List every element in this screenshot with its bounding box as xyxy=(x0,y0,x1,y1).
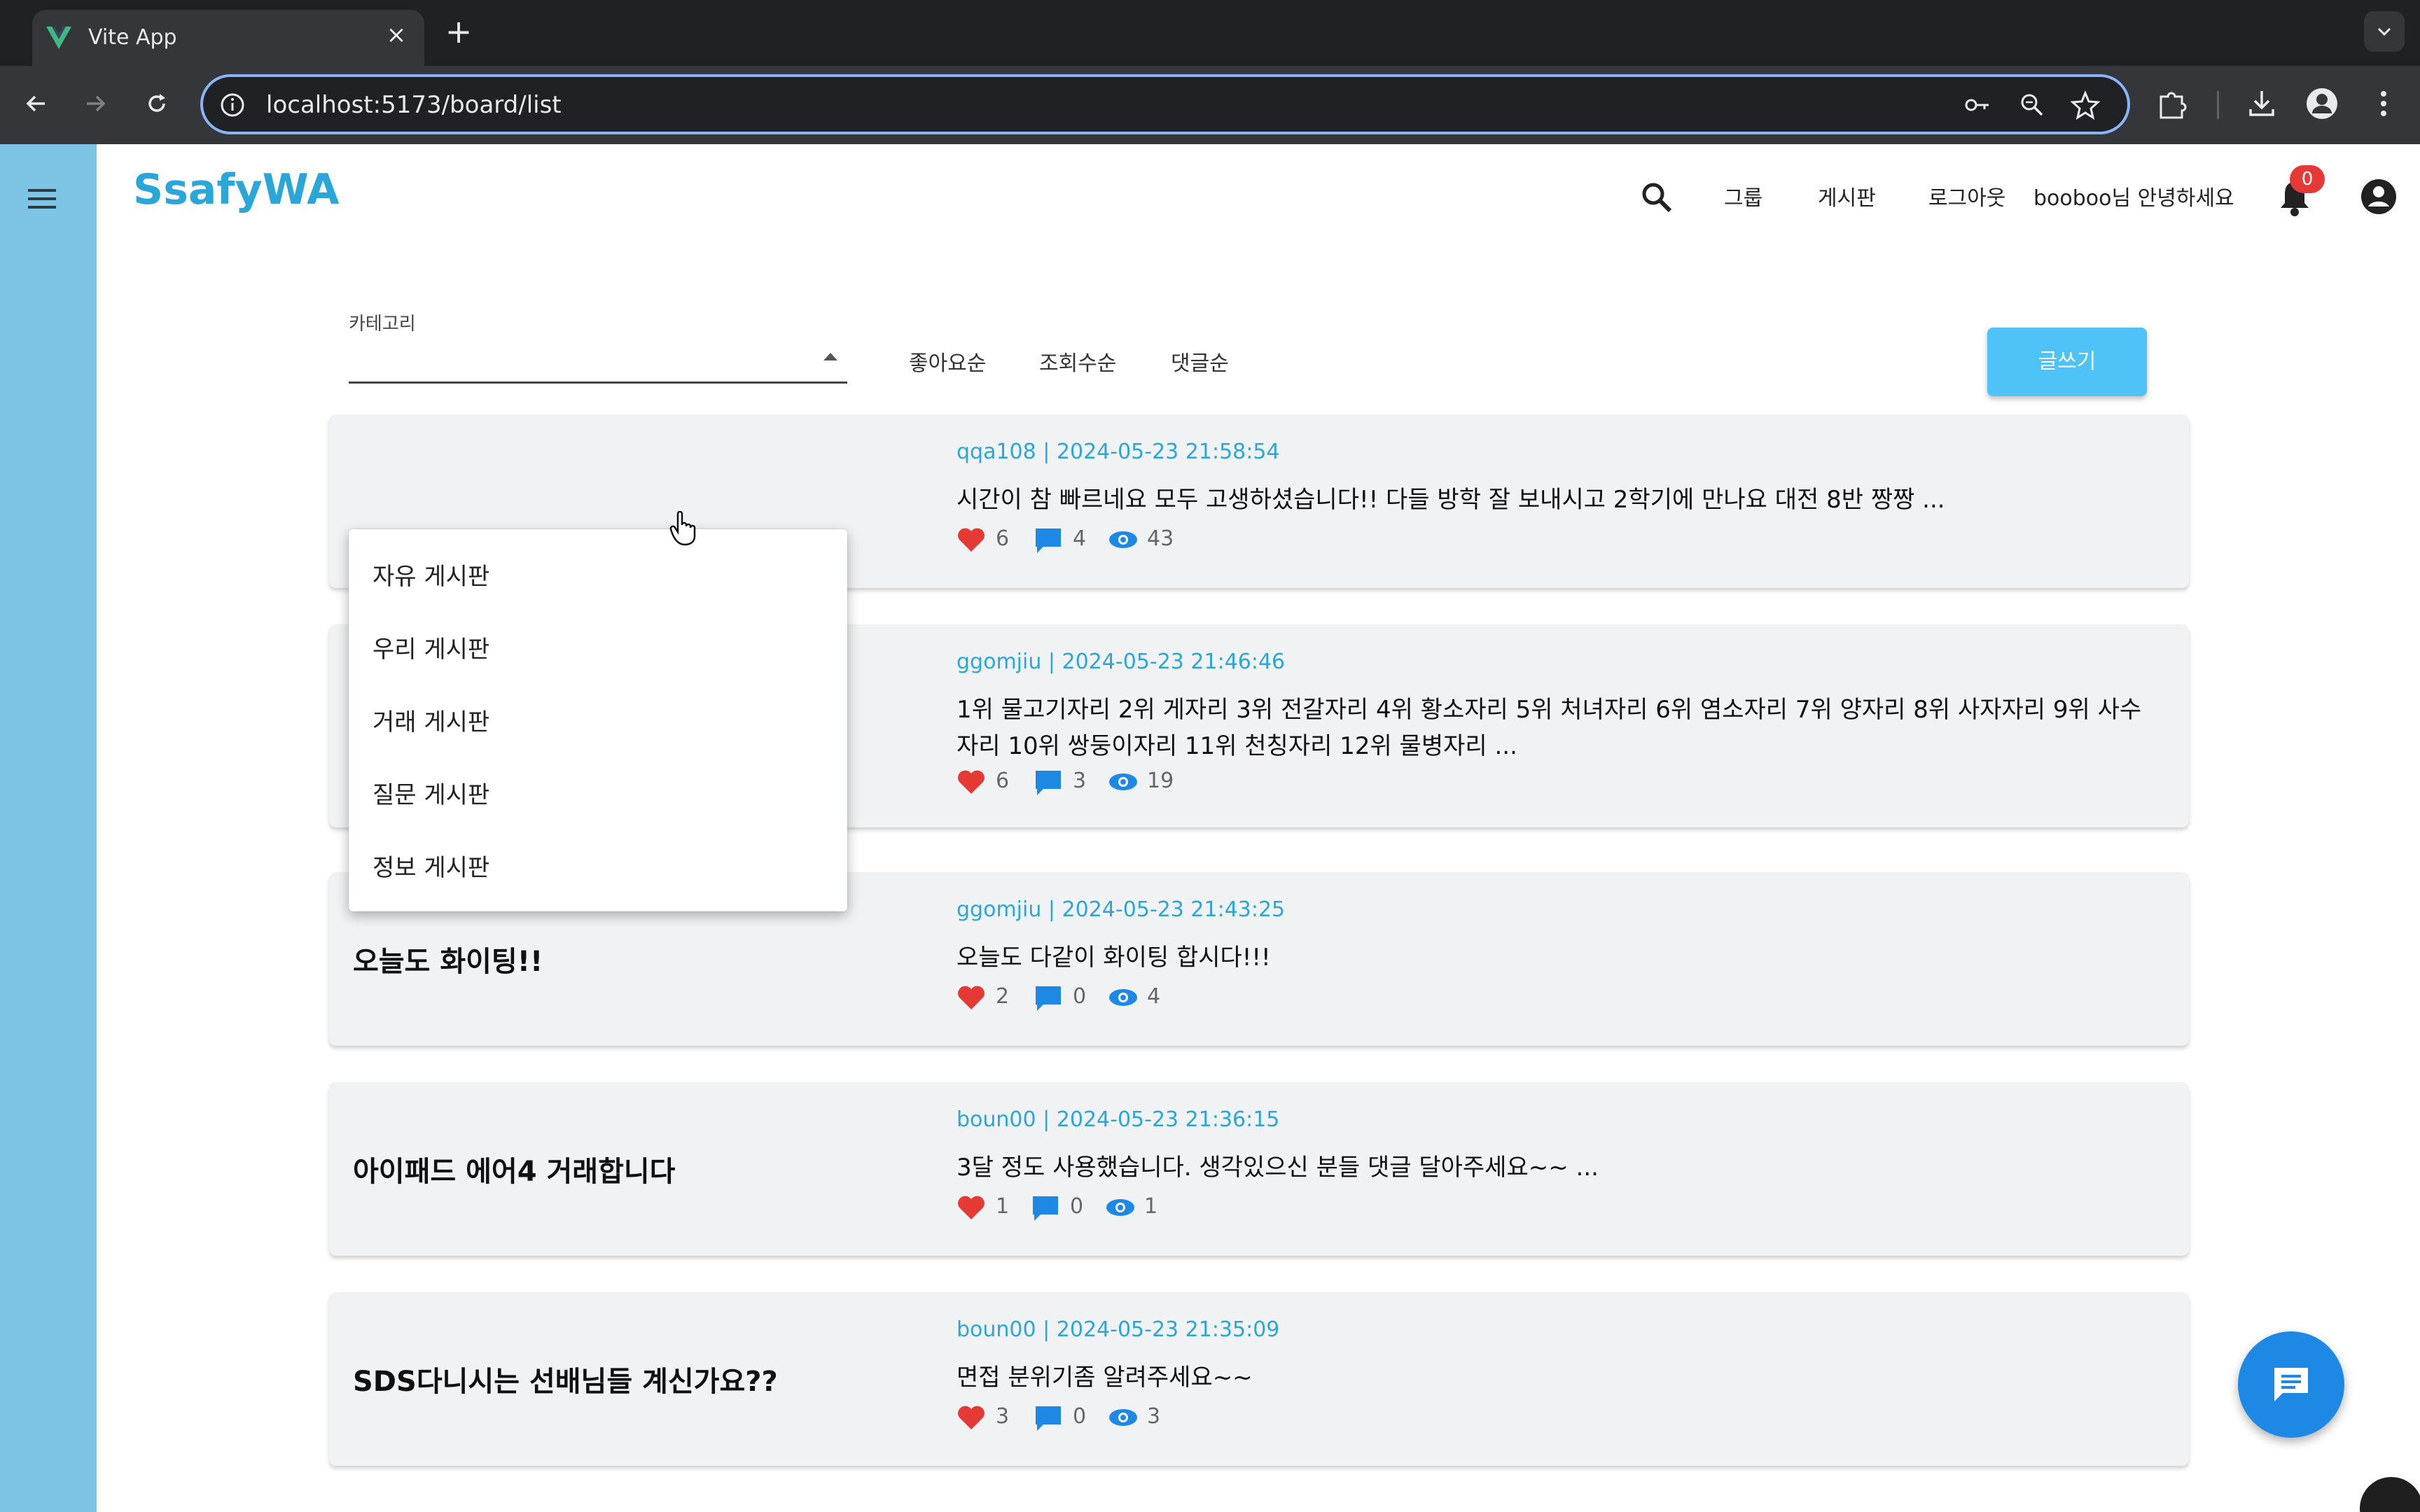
post-body: 오늘도 다같이 화이팅 합시다!!! xyxy=(957,944,1271,972)
dropdown-option-free[interactable]: 자유 게시판 xyxy=(373,557,489,592)
view-count: 1 xyxy=(1144,1194,1158,1219)
like-count: 6 xyxy=(996,769,1010,793)
heart-icon xyxy=(958,528,985,552)
vue-logo-icon xyxy=(46,27,71,49)
chevron-down-icon xyxy=(2377,27,2391,36)
post-meta: boun00 | 2024-05-23 21:36:15 xyxy=(957,1107,1280,1132)
eye-icon xyxy=(1106,1199,1134,1216)
post-body: 1위 물고기자리 2위 게자리 3위 전갈자리 4위 황소자리 5위 처녀자리 … xyxy=(957,696,2142,760)
comment-icon xyxy=(1033,1196,1058,1221)
dropdown-option-trade[interactable]: 거래 게시판 xyxy=(373,703,489,737)
comment-count: 0 xyxy=(1070,1194,1084,1219)
reload-button[interactable] xyxy=(134,81,179,126)
category-select[interactable] xyxy=(349,332,847,384)
post-title: 오늘도 화이팅!! xyxy=(353,946,543,978)
comment-icon xyxy=(1036,986,1061,1011)
comment-icon xyxy=(1036,771,1061,795)
comment-count: 0 xyxy=(1073,1404,1087,1429)
hamburger-menu-icon[interactable] xyxy=(25,182,59,216)
view-count: 3 xyxy=(1147,1404,1161,1429)
zoom-icon[interactable] xyxy=(2017,90,2047,120)
tab-title: Vite App xyxy=(88,25,177,50)
post-card[interactable]: SDS다니시는 선배님들 계신가요?? boun00 | 2024-05-23 … xyxy=(329,1292,2189,1466)
like-count: 1 xyxy=(996,1194,1010,1219)
post-title: SDS다니시는 선배님들 계신가요?? xyxy=(353,1366,778,1398)
back-button[interactable] xyxy=(14,81,59,126)
eye-icon xyxy=(1109,774,1137,790)
address-bar[interactable]: localhost:5173/board/list xyxy=(200,74,2130,134)
password-key-icon[interactable] xyxy=(1962,90,1993,120)
profile-icon[interactable] xyxy=(2304,85,2340,122)
view-count: 4 xyxy=(1147,984,1161,1009)
arrow-right-icon xyxy=(87,95,106,112)
search-icon[interactable] xyxy=(1639,179,1675,216)
like-count: 3 xyxy=(996,1404,1010,1429)
comment-count: 0 xyxy=(1073,984,1087,1009)
post-body: 시간이 참 빠르네요 모두 고생하셨습니다!! 다들 방학 잘 보내시고 2학기… xyxy=(957,486,1945,514)
comment-count: 4 xyxy=(1073,526,1087,551)
chat-fab-button[interactable] xyxy=(2238,1331,2344,1438)
heart-icon xyxy=(958,1406,985,1429)
heart-icon xyxy=(958,770,985,794)
post-body: 3달 정도 사용했습니다. 생각있으신 분들 댓글 달아주세요~~ ... xyxy=(957,1154,1599,1182)
url-text: localhost:5173/board/list xyxy=(266,91,562,119)
new-tab-icon[interactable]: + xyxy=(440,13,478,50)
category-dropdown-menu: 자유 게시판 우리 게시판 거래 게시판 질문 게시판 정보 게시판 xyxy=(349,529,847,911)
eye-icon xyxy=(1109,531,1137,548)
post-body: 면접 분위기좀 알려주세요~~ xyxy=(957,1364,1253,1392)
tab-close-icon[interactable]: × xyxy=(381,20,412,50)
post-meta: ggomjiu | 2024-05-23 21:43:25 xyxy=(957,897,1286,922)
browser-toolbar: localhost:5173/board/list xyxy=(0,66,2420,144)
like-count: 2 xyxy=(996,984,1010,1009)
app-page: SsafyWA 그룹 게시판 로그아웃 booboo님 안녕하세요 0 카테고리… xyxy=(0,144,2420,1512)
nav-link-board[interactable]: 게시판 xyxy=(1818,181,1876,211)
nav-link-group[interactable]: 그룹 xyxy=(1724,181,1762,211)
tab-search-button[interactable] xyxy=(2364,11,2405,52)
user-greeting: booboo님 안녕하세요 xyxy=(2033,186,2234,211)
post-meta: qqa108 | 2024-05-23 21:58:54 xyxy=(957,440,1280,464)
more-vert-icon[interactable] xyxy=(2365,85,2402,122)
notification-badge: 0 xyxy=(2290,165,2325,193)
dropdown-option-question[interactable]: 질문 게시판 xyxy=(373,776,489,810)
brand-logo[interactable]: SsafyWA xyxy=(133,165,340,214)
dropdown-option-info[interactable]: 정보 게시판 xyxy=(373,848,489,883)
vue-devtools-icon[interactable] xyxy=(2360,1477,2420,1512)
chat-bubble-icon xyxy=(2274,1368,2308,1401)
dropdown-option-our[interactable]: 우리 게시판 xyxy=(373,630,489,664)
toolbar-divider xyxy=(2217,91,2219,119)
sort-comments-button[interactable]: 댓글순 xyxy=(1171,346,1229,377)
post-meta: boun00 | 2024-05-23 21:35:09 xyxy=(957,1317,1280,1342)
like-count: 6 xyxy=(996,526,1010,551)
browser-tab[interactable]: Vite App × xyxy=(32,10,424,66)
arrow-left-icon xyxy=(26,95,45,112)
browser-tabstrip: Vite App × + xyxy=(0,0,2420,66)
reload-icon xyxy=(148,94,165,112)
sort-views-button[interactable]: 조회수순 xyxy=(1039,346,1116,377)
hand-cursor-icon xyxy=(669,511,696,546)
download-icon[interactable] xyxy=(2244,85,2280,122)
post-card[interactable]: 아이패드 에어4 거래합니다 boun00 | 2024-05-23 21:36… xyxy=(329,1082,2189,1256)
view-count: 43 xyxy=(1147,526,1174,551)
bookmark-star-icon[interactable] xyxy=(2070,90,2101,120)
view-count: 19 xyxy=(1147,769,1174,793)
sort-likes-button[interactable]: 좋아요순 xyxy=(909,346,986,377)
heart-icon xyxy=(958,986,985,1009)
extensions-icon[interactable] xyxy=(2154,85,2190,122)
forward-button[interactable] xyxy=(73,81,118,126)
comment-icon xyxy=(1036,528,1061,553)
write-post-button[interactable]: 글쓰기 xyxy=(1987,328,2147,396)
comment-icon xyxy=(1036,1406,1061,1431)
nav-link-logout[interactable]: 로그아웃 xyxy=(1928,181,2005,211)
side-rail xyxy=(0,144,97,1512)
site-info-icon[interactable] xyxy=(217,90,248,120)
eye-icon xyxy=(1109,1409,1137,1426)
eye-icon xyxy=(1109,989,1137,1006)
comment-count: 3 xyxy=(1073,769,1087,793)
post-meta: ggomjiu | 2024-05-23 21:46:46 xyxy=(957,650,1286,674)
caret-up-icon xyxy=(823,353,837,360)
account-circle-icon[interactable] xyxy=(2358,176,2399,217)
heart-icon xyxy=(958,1196,985,1219)
post-title: 아이패드 에어4 거래합니다 xyxy=(353,1156,676,1188)
